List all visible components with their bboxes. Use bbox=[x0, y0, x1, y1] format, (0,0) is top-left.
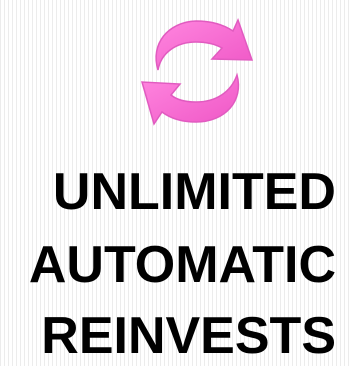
bottom-arrow bbox=[140, 72, 240, 126]
slide: UNLIMITED AUTOMATIC REINVESTS bbox=[0, 0, 350, 366]
top-arrow bbox=[155, 17, 254, 71]
headline-line-2: AUTOMATIC bbox=[28, 236, 336, 294]
refresh-cycle-icon bbox=[120, 4, 270, 134]
headline-line-1: UNLIMITED bbox=[52, 163, 336, 221]
headline-line-3: REINVESTS bbox=[41, 307, 336, 365]
